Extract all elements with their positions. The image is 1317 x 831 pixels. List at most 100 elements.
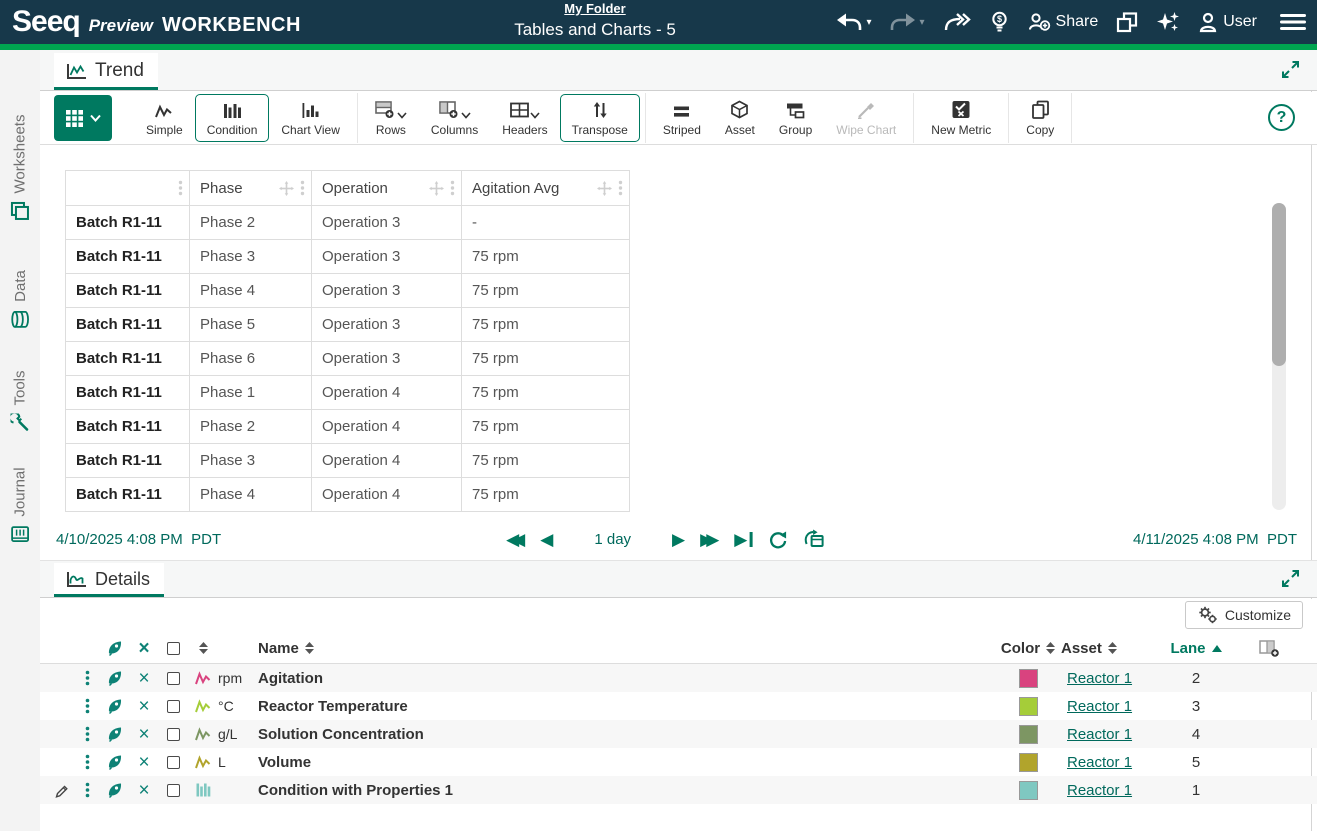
- select-all-checkbox[interactable]: [158, 642, 188, 655]
- item-checkbox[interactable]: [158, 784, 188, 797]
- redo-button[interactable]: ▾: [889, 12, 924, 32]
- customize-button[interactable]: Customize: [1185, 601, 1303, 629]
- hamburger-menu-button[interactable]: [1279, 12, 1307, 32]
- details-expand-button[interactable]: [1280, 568, 1301, 594]
- tab-details[interactable]: Details: [54, 563, 164, 597]
- copy-button[interactable]: Copy: [1014, 94, 1066, 142]
- sidebar-item-worksheets[interactable]: Worksheets: [0, 108, 40, 226]
- striped-button[interactable]: Striped: [651, 94, 713, 142]
- column-menu-icon[interactable]: [450, 180, 455, 196]
- wipe-chart-button[interactable]: Wipe Chart: [824, 94, 908, 142]
- lane-column-header[interactable]: Lane: [1157, 640, 1235, 657]
- auto-update-button[interactable]: [802, 529, 825, 549]
- chart-view-button[interactable]: Chart View: [269, 94, 351, 142]
- asset-link[interactable]: Reactor 1: [1067, 670, 1157, 687]
- group-button[interactable]: Group: [767, 94, 824, 142]
- upgrade-ideas-button[interactable]: $: [989, 11, 1010, 33]
- step-forward-half-button[interactable]: ▶: [672, 531, 685, 548]
- send-item-button[interactable]: [100, 781, 130, 799]
- refresh-button[interactable]: [767, 530, 787, 549]
- sidebar-item-data[interactable]: Data: [0, 263, 40, 335]
- send-item-button[interactable]: [100, 725, 130, 743]
- remove-all-button[interactable]: ×: [130, 639, 158, 658]
- send-item-button[interactable]: [100, 669, 130, 687]
- duration-label[interactable]: 1 day: [594, 531, 631, 548]
- details-row-condition-with-properties[interactable]: × Condition with Properties 1 Reactor 1 …: [40, 776, 1317, 804]
- move-column-icon[interactable]: [279, 181, 294, 196]
- column-menu-icon[interactable]: [178, 180, 183, 196]
- details-row-solution-concentration[interactable]: × g/L Solution Concentration Reactor 1 4: [40, 720, 1317, 748]
- range-start[interactable]: 4/10/2025 4:08 PM PDT: [56, 531, 221, 548]
- table-scrollbar[interactable]: [1272, 203, 1286, 510]
- asset-column-header[interactable]: Asset: [1057, 640, 1157, 657]
- headers-button[interactable]: Headers: [490, 94, 559, 142]
- step-back-full-button[interactable]: ◀◀: [506, 531, 525, 548]
- color-swatch[interactable]: [1019, 697, 1038, 716]
- row-menu-icon[interactable]: [74, 782, 100, 798]
- remove-item-button[interactable]: ×: [130, 669, 158, 688]
- color-column-header[interactable]: Color: [999, 640, 1057, 657]
- details-row-agitation[interactable]: × rpm Agitation Reactor 1 2: [40, 664, 1317, 692]
- item-checkbox[interactable]: [158, 728, 188, 741]
- table-scrollbar-thumb[interactable]: [1272, 203, 1286, 366]
- seeq-logo[interactable]: Seeq Preview WORKBENCH: [12, 5, 301, 39]
- details-row-volume[interactable]: × L Volume Reactor 1 5: [40, 748, 1317, 776]
- item-checkbox[interactable]: [158, 672, 188, 685]
- remove-item-button[interactable]: ×: [130, 725, 158, 744]
- item-checkbox[interactable]: [158, 700, 188, 713]
- condition-view-button[interactable]: Condition: [195, 94, 270, 142]
- range-end[interactable]: 4/11/2025 4:08 PM PDT: [1133, 531, 1297, 548]
- user-menu-button[interactable]: User: [1198, 12, 1257, 33]
- ai-assistant-button[interactable]: [1156, 10, 1180, 34]
- send-item-button[interactable]: [100, 697, 130, 715]
- help-button[interactable]: ?: [1268, 104, 1295, 131]
- transpose-button[interactable]: Transpose: [560, 94, 640, 142]
- move-column-icon[interactable]: [429, 181, 444, 196]
- column-menu-icon[interactable]: [618, 180, 623, 196]
- rows-button[interactable]: Rows: [363, 94, 419, 142]
- name-column-header[interactable]: Name: [258, 640, 999, 657]
- trend-expand-button[interactable]: [1280, 59, 1301, 85]
- details-row-reactor-temperature[interactable]: × °C Reactor Temperature Reactor 1 3: [40, 692, 1317, 720]
- remove-item-button[interactable]: ×: [130, 781, 158, 800]
- asset-link[interactable]: Reactor 1: [1067, 726, 1157, 743]
- asset-link[interactable]: Reactor 1: [1067, 698, 1157, 715]
- edit-pencil-icon[interactable]: [48, 783, 74, 798]
- item-checkbox[interactable]: [158, 756, 188, 769]
- sidebar-item-tools[interactable]: Tools: [0, 358, 40, 444]
- new-metric-button[interactable]: New Metric: [919, 94, 1003, 142]
- my-folder-link[interactable]: My Folder: [564, 1, 625, 16]
- color-swatch[interactable]: [1019, 753, 1038, 772]
- color-swatch[interactable]: [1019, 669, 1038, 688]
- sort-type-button[interactable]: [188, 642, 218, 654]
- remove-item-button[interactable]: ×: [130, 697, 158, 716]
- simple-view-button[interactable]: Simple: [134, 94, 195, 142]
- asset-link[interactable]: Reactor 1: [1067, 782, 1157, 799]
- sidebar-item-journal[interactable]: Journal: [0, 458, 40, 552]
- send-item-button[interactable]: [100, 753, 130, 771]
- worksheets-overview-button[interactable]: [1116, 11, 1138, 33]
- step-forward-full-button[interactable]: ▶▶: [700, 531, 719, 548]
- send-all-button[interactable]: [100, 639, 130, 657]
- color-swatch[interactable]: [1019, 781, 1038, 800]
- columns-label: Columns: [431, 123, 478, 137]
- asset-button[interactable]: Asset: [713, 94, 767, 142]
- color-swatch[interactable]: [1019, 725, 1038, 744]
- tab-trend[interactable]: Trend: [54, 53, 158, 90]
- forward-history-button[interactable]: [943, 12, 971, 32]
- undo-button[interactable]: ▾: [836, 12, 871, 32]
- asset-link[interactable]: Reactor 1: [1067, 754, 1157, 771]
- move-column-icon[interactable]: [597, 181, 612, 196]
- row-menu-icon[interactable]: [74, 670, 100, 686]
- row-menu-icon[interactable]: [74, 754, 100, 770]
- step-to-now-button[interactable]: ▶: [734, 531, 752, 548]
- columns-button[interactable]: Columns: [419, 94, 490, 142]
- table-view-dropdown-button[interactable]: [54, 95, 112, 141]
- add-column-button[interactable]: [1235, 640, 1303, 657]
- share-button[interactable]: Share: [1028, 12, 1099, 32]
- row-menu-icon[interactable]: [74, 698, 100, 714]
- remove-item-button[interactable]: ×: [130, 753, 158, 772]
- row-menu-icon[interactable]: [74, 726, 100, 742]
- step-back-half-button[interactable]: ◀: [540, 531, 553, 548]
- column-menu-icon[interactable]: [300, 180, 305, 196]
